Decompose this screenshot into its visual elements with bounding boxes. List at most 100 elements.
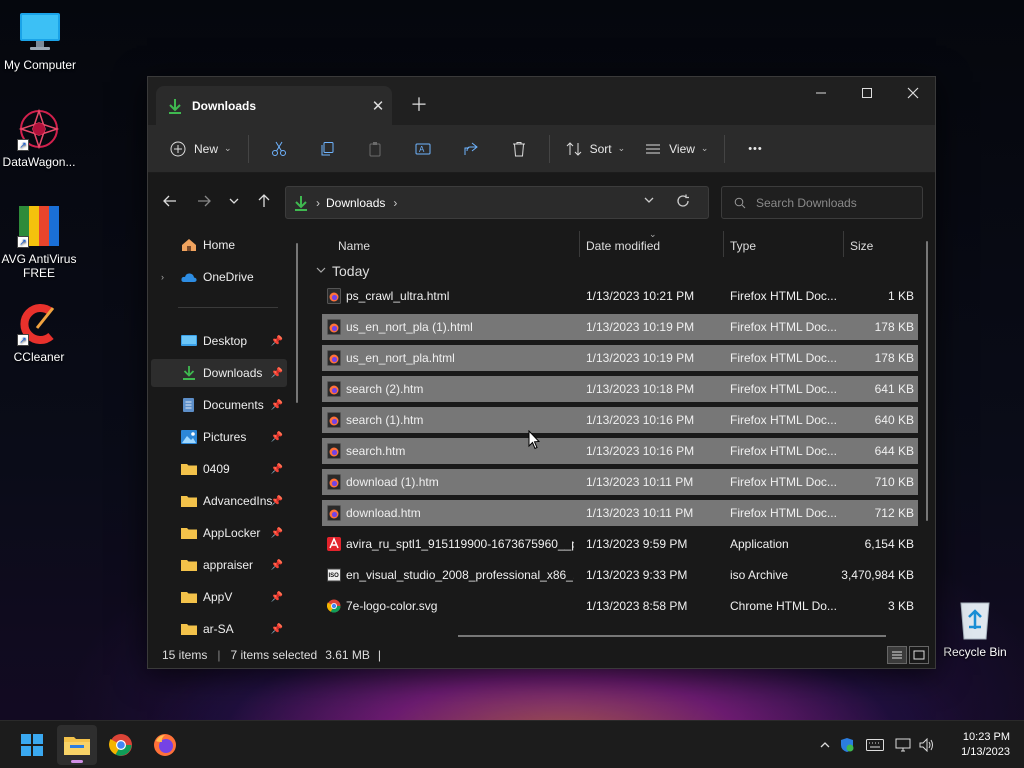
search-box[interactable]: [721, 186, 923, 219]
new-button[interactable]: New ⌄: [160, 133, 242, 165]
network-icon[interactable]: [890, 738, 916, 752]
monitor-icon: [18, 10, 62, 54]
clock[interactable]: 10:23 PM 1/13/2023: [961, 730, 1010, 760]
sidebar-item-downloads[interactable]: Downloads 📌: [151, 359, 287, 387]
file-list: Name Date modified ⌄ Type Size Today ps_…: [316, 229, 931, 643]
file-row[interactable]: search (2).htm 1/13/2023 10:18 PM Firefox …: [322, 376, 918, 402]
column-divider[interactable]: [579, 231, 580, 257]
file-row[interactable]: download (1).htm 1/13/2023 10:11 PM Firefo…: [322, 469, 918, 495]
taskbar-chrome[interactable]: [101, 725, 141, 765]
sidebar-item-appraiser[interactable]: appraiser 📌: [151, 551, 287, 579]
desktop-icon-ccleaner[interactable]: ↗ CCleaner: [0, 302, 79, 364]
home-icon: [182, 239, 196, 251]
desktop-icon-recycle-bin[interactable]: Recycle Bin: [935, 597, 1015, 659]
address-dropdown-icon[interactable]: [643, 194, 655, 209]
plus-circle-icon: [170, 141, 186, 156]
recent-locations-button[interactable]: [220, 187, 248, 215]
see-more-button[interactable]: •••: [731, 133, 779, 165]
file-row[interactable]: search.htm 1/13/2023 10:16 PM Firefox HTML…: [322, 438, 918, 464]
delete-button[interactable]: [495, 133, 543, 165]
file-row[interactable]: ps_crawl_ultra.html 1/13/2023 10:21 PM Fir…: [322, 283, 918, 309]
address-bar[interactable]: › Downloads ›: [285, 186, 709, 219]
file-row[interactable]: ISO en_visual_studio_2008_professional_x8…: [322, 562, 918, 588]
file-row[interactable]: avira_ru_sptl1_915119900-1673675960__p..…: [322, 531, 918, 557]
tiles-view-button[interactable]: [909, 646, 929, 664]
taskbar-file-explorer[interactable]: [57, 725, 97, 765]
search-input[interactable]: [756, 195, 906, 210]
new-tab-button[interactable]: ＋: [410, 91, 428, 117]
start-button[interactable]: [12, 725, 52, 765]
sidebar-item-appv[interactable]: AppV 📌: [151, 583, 287, 611]
column-header-date-modified[interactable]: Date modified: [586, 239, 660, 261]
sidebar-item-advancedins[interactable]: AdvancedIns 📌: [151, 487, 287, 515]
share-button[interactable]: [447, 133, 495, 165]
clock-time: 10:23 PM: [962, 731, 1010, 743]
view-button[interactable]: View ⌄: [635, 133, 718, 165]
keyboard-icon[interactable]: [860, 739, 890, 751]
desktop-icon-my-computer[interactable]: My Computer: [0, 10, 80, 72]
sidebar-item-label: AdvancedIns: [203, 494, 273, 508]
toolbar-divider: [724, 134, 726, 163]
firefox-file-icon: [327, 474, 341, 490]
minimize-button[interactable]: [798, 77, 844, 109]
taskbar-firefox[interactable]: [145, 725, 185, 765]
sidebar-item-ar-sa[interactable]: ar-SA 📌: [151, 615, 287, 643]
chevron-right-icon[interactable]: ›: [161, 272, 164, 282]
group-header-today[interactable]: Today: [316, 263, 369, 279]
chevron-down-icon: ⌄: [617, 143, 626, 153]
refresh-icon[interactable]: [676, 194, 690, 211]
chevron-up-icon[interactable]: [816, 739, 834, 751]
file-row[interactable]: download.htm 1/13/2023 10:11 PM Firefox HT…: [322, 500, 918, 526]
details-view-button[interactable]: [887, 646, 907, 664]
arrow-left-icon: [163, 195, 176, 207]
rename-button[interactable]: A: [399, 133, 447, 165]
desktop-folder-icon: [181, 335, 197, 346]
breadcrumb-downloads[interactable]: Downloads: [326, 196, 385, 210]
sidebar-item-0409[interactable]: 0409 📌: [151, 455, 287, 483]
desktop-icon-datawagon[interactable]: ↗ DataWagon...: [0, 107, 79, 169]
sidebar-item-desktop[interactable]: Desktop 📌: [151, 327, 287, 355]
shortcut-arrow-icon: ↗: [17, 139, 29, 151]
sidebar-item-pictures[interactable]: Pictures 📌: [151, 423, 287, 451]
firefox-file-icon: [327, 505, 341, 521]
selected-count: 7 items selected: [230, 648, 318, 662]
up-button[interactable]: [250, 187, 278, 215]
pin-icon: 📌: [270, 335, 283, 347]
sidebar-item-applocker[interactable]: AppLocker 📌: [151, 519, 287, 547]
folder-icon: [181, 464, 197, 475]
tab-downloads[interactable]: Downloads ✕: [156, 86, 392, 125]
horizontal-scrollbar[interactable]: [458, 635, 886, 637]
maximize-button[interactable]: [844, 77, 890, 109]
back-button[interactable]: [156, 187, 184, 215]
firefox-file-icon: [327, 288, 341, 304]
column-header-size[interactable]: Size: [850, 239, 873, 261]
cut-button[interactable]: [255, 133, 303, 165]
status-divider: |: [217, 648, 221, 662]
column-header-type[interactable]: Type: [730, 239, 756, 261]
file-row[interactable]: us_en_nort_pla (1).html 1/13/2023 10:19 P…: [322, 314, 918, 340]
copy-button[interactable]: [303, 133, 351, 165]
sort-button[interactable]: Sort ⌄: [556, 133, 636, 165]
sidebar-scrollbar[interactable]: [296, 243, 298, 403]
paste-button[interactable]: [351, 133, 399, 165]
desktop-icon-avg[interactable]: ↗ AVG AntiVirus FREE: [0, 204, 79, 280]
file-row[interactable]: 7e-logo-color.svg 1/13/2023 8:58 PM Chrome…: [322, 593, 918, 619]
sidebar-item-documents[interactable]: Documents 📌: [151, 391, 287, 419]
column-divider[interactable]: [723, 231, 724, 257]
close-window-button[interactable]: [890, 77, 936, 109]
sidebar-item-onedrive[interactable]: › OneDrive: [151, 263, 287, 291]
file-list-scrollbar[interactable]: [926, 241, 928, 521]
forward-button[interactable]: [190, 187, 218, 215]
file-row[interactable]: us_en_nort_pla.html 1/13/2023 10:19 PM Fir…: [322, 345, 918, 371]
close-tab-icon[interactable]: ✕: [364, 97, 392, 115]
scissors-icon: [271, 141, 286, 156]
file-name: avira_ru_sptl1_915119900-1673675960__p..…: [346, 537, 574, 551]
file-row[interactable]: search (1).htm 1/13/2023 10:16 PM Firefox …: [322, 407, 918, 433]
security-shield-icon[interactable]: [834, 737, 860, 753]
avira-app-icon: [327, 537, 341, 551]
sidebar-item-home[interactable]: Home: [151, 231, 287, 259]
volume-icon[interactable]: [916, 738, 938, 752]
column-divider[interactable]: [843, 231, 844, 257]
pin-icon: 📌: [270, 527, 283, 539]
column-header-name[interactable]: Name: [338, 239, 370, 261]
